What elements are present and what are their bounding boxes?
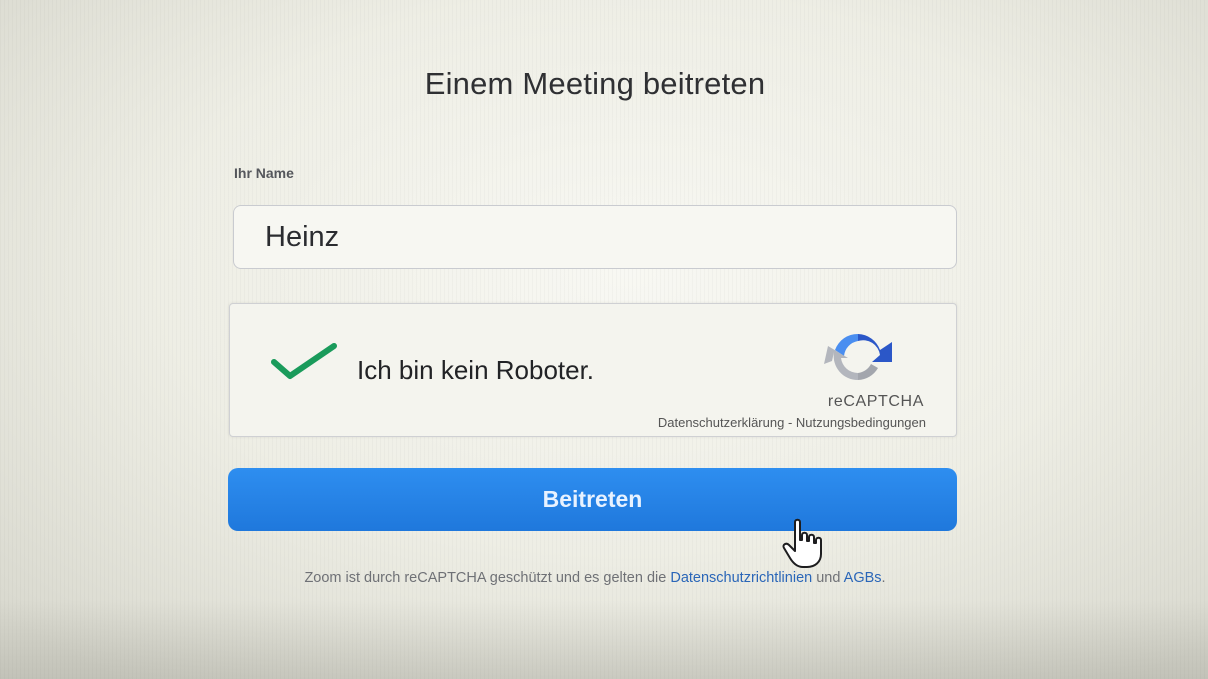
name-input[interactable] bbox=[233, 205, 957, 269]
recaptcha-brand: reCAPTCHA bbox=[827, 393, 924, 410]
name-field-label: Ihr Name bbox=[234, 165, 294, 181]
captcha-label: Ich bin kein Roboter. bbox=[357, 355, 595, 385]
captcha-privacy-link[interactable]: Datenschutzerklärung bbox=[658, 415, 784, 430]
captcha-links: Datenschutzerklärung - Nutzungsbedingung… bbox=[500, 415, 926, 430]
footer-notice: Zoom ist durch reCAPTCHA geschützt und e… bbox=[150, 570, 1040, 586]
hand-pointer-icon bbox=[782, 518, 822, 568]
recaptcha-logo-icon bbox=[824, 333, 892, 381]
footer-terms-link[interactable]: AGBs bbox=[844, 570, 882, 586]
footer-text-middle: und bbox=[812, 570, 844, 586]
footer-text-after: . bbox=[881, 570, 886, 586]
captcha-terms-link[interactable]: Nutzungsbedingungen bbox=[796, 415, 926, 430]
footer-privacy-link[interactable]: Datenschutzrichtlinien bbox=[670, 570, 812, 586]
footer-text-before: Zoom ist durch reCAPTCHA geschützt und e… bbox=[304, 570, 671, 586]
checkmark-icon[interactable] bbox=[270, 342, 340, 382]
captcha-link-separator: - bbox=[784, 415, 796, 430]
join-button[interactable]: Beitreten bbox=[228, 468, 957, 531]
page-title: Einem Meeting beitreten bbox=[424, 66, 766, 101]
